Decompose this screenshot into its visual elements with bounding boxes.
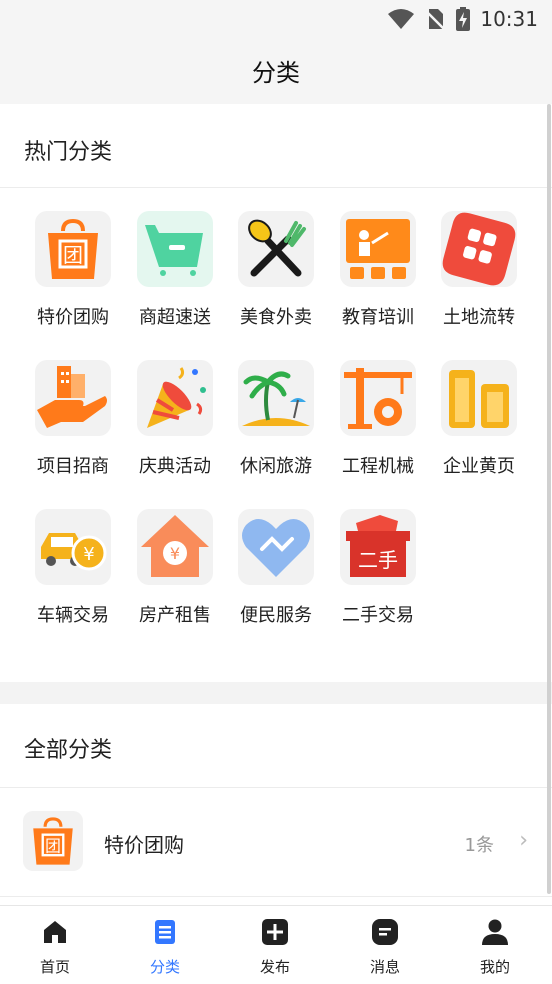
category-label: 土地流转 bbox=[443, 307, 515, 328]
person-icon bbox=[482, 919, 508, 945]
no-sim-icon bbox=[426, 9, 444, 30]
tab-label: 分类 bbox=[149, 958, 180, 976]
category-second-hand[interactable]: 二手 二手交易 bbox=[327, 509, 429, 634]
yen-glyph: ¥ bbox=[170, 544, 180, 563]
party-popper-icon bbox=[137, 360, 213, 436]
yen-glyph: ¥ bbox=[83, 544, 94, 565]
scrollbar[interactable] bbox=[547, 104, 551, 894]
tab-label: 首页 bbox=[39, 958, 70, 976]
category-label: 车辆交易 bbox=[37, 605, 109, 626]
status-icons bbox=[388, 7, 470, 31]
category-leisure-travel[interactable]: 休闲旅游 bbox=[225, 360, 327, 485]
category-label: 企业黄页 bbox=[443, 456, 515, 477]
page-title: 分类 bbox=[252, 59, 300, 87]
palm-tree-icon bbox=[238, 360, 314, 436]
group-buy-bag-icon: 团 bbox=[23, 811, 83, 871]
hot-categories-section: 热门分类 团 特价团购 商超速送 美食外卖 教育培训 土地流转 项目招商 庆典活… bbox=[0, 104, 552, 682]
category-yellow-pages[interactable]: 企业黄页 bbox=[428, 360, 530, 485]
row-count: 1条 bbox=[464, 835, 494, 856]
teacher-board-icon bbox=[340, 211, 416, 287]
category-label: 项目招商 bbox=[37, 456, 109, 477]
divider bbox=[0, 187, 552, 188]
shopping-cart-icon bbox=[137, 211, 213, 287]
land-grid-icon bbox=[441, 211, 517, 287]
category-machinery[interactable]: 工程机械 bbox=[327, 360, 429, 485]
tab-label: 消息 bbox=[369, 958, 400, 976]
category-label: 二手交易 bbox=[342, 605, 414, 626]
category-real-estate[interactable]: ¥ 房产租售 bbox=[124, 509, 226, 634]
category-list-icon bbox=[155, 920, 175, 944]
car-yen-icon: ¥ bbox=[35, 509, 111, 585]
category-supermarket[interactable]: 商超速送 bbox=[124, 211, 226, 336]
tab-label: 发布 bbox=[259, 958, 290, 976]
status-time: 10:31 bbox=[480, 7, 538, 31]
tab-publish[interactable]: 发布 bbox=[220, 906, 330, 984]
tab-profile[interactable]: 我的 bbox=[440, 906, 550, 984]
category-celebration[interactable]: 庆典活动 bbox=[124, 360, 226, 485]
row-label: 特价团购 bbox=[104, 833, 184, 857]
all-categories-section: 全部分类 团 特价团购 1条 › bbox=[0, 704, 552, 905]
category-label: 教育培训 bbox=[342, 307, 414, 328]
section-title-all: 全部分类 bbox=[24, 738, 113, 763]
category-land-transfer[interactable]: 土地流转 bbox=[428, 211, 530, 336]
group-buy-glyph: 团 bbox=[45, 836, 61, 855]
bottom-tab-bar: 首页 分类 发布 消息 我的 bbox=[0, 905, 552, 984]
category-label: 特价团购 bbox=[37, 307, 109, 328]
wifi-icon bbox=[388, 9, 414, 29]
second-hand-box-icon: 二手 bbox=[340, 509, 416, 585]
tab-label: 我的 bbox=[479, 958, 510, 976]
app-header: 分类 bbox=[0, 36, 552, 104]
hand-building-icon bbox=[35, 360, 111, 436]
message-icon bbox=[372, 919, 398, 945]
category-investment[interactable]: 项目招商 bbox=[22, 360, 124, 485]
category-label: 休闲旅游 bbox=[240, 456, 312, 477]
category-vehicle-trade[interactable]: ¥ 车辆交易 bbox=[22, 509, 124, 634]
group-buy-bag-icon: 团 bbox=[35, 211, 111, 287]
category-group-buy[interactable]: 团 特价团购 bbox=[22, 211, 124, 336]
section-title-hot: 热门分类 bbox=[24, 140, 113, 165]
category-convenience-service[interactable]: 便民服务 bbox=[225, 509, 327, 634]
category-label: 商超速送 bbox=[139, 307, 211, 328]
category-education[interactable]: 教育培训 bbox=[327, 211, 429, 336]
plus-square-icon bbox=[262, 919, 288, 945]
home-icon bbox=[44, 921, 66, 943]
tab-home[interactable]: 首页 bbox=[0, 906, 110, 984]
house-yen-icon: ¥ bbox=[137, 509, 213, 585]
handshake-heart-icon bbox=[238, 509, 314, 585]
spoon-fork-icon bbox=[238, 211, 314, 287]
category-label: 房产租售 bbox=[139, 605, 211, 626]
tab-category[interactable]: 分类 bbox=[110, 906, 220, 984]
crane-gear-icon bbox=[340, 360, 416, 436]
divider bbox=[0, 896, 552, 897]
status-bar: 10:31 bbox=[0, 0, 552, 36]
office-buildings-icon bbox=[441, 360, 517, 436]
battery-charging-icon bbox=[456, 7, 470, 31]
category-label: 美食外卖 bbox=[240, 307, 312, 328]
category-label: 便民服务 bbox=[240, 605, 312, 626]
category-food-delivery[interactable]: 美食外卖 bbox=[225, 211, 327, 336]
group-buy-glyph: 团 bbox=[63, 243, 83, 267]
category-row-group-buy[interactable]: 团 特价团购 1条 › bbox=[0, 788, 552, 896]
chevron-right-icon: › bbox=[519, 828, 528, 853]
category-label: 工程机械 bbox=[342, 456, 414, 477]
category-label: 庆典活动 bbox=[139, 456, 211, 477]
second-hand-glyph: 二手 bbox=[358, 548, 398, 572]
tab-messages[interactable]: 消息 bbox=[330, 906, 440, 984]
